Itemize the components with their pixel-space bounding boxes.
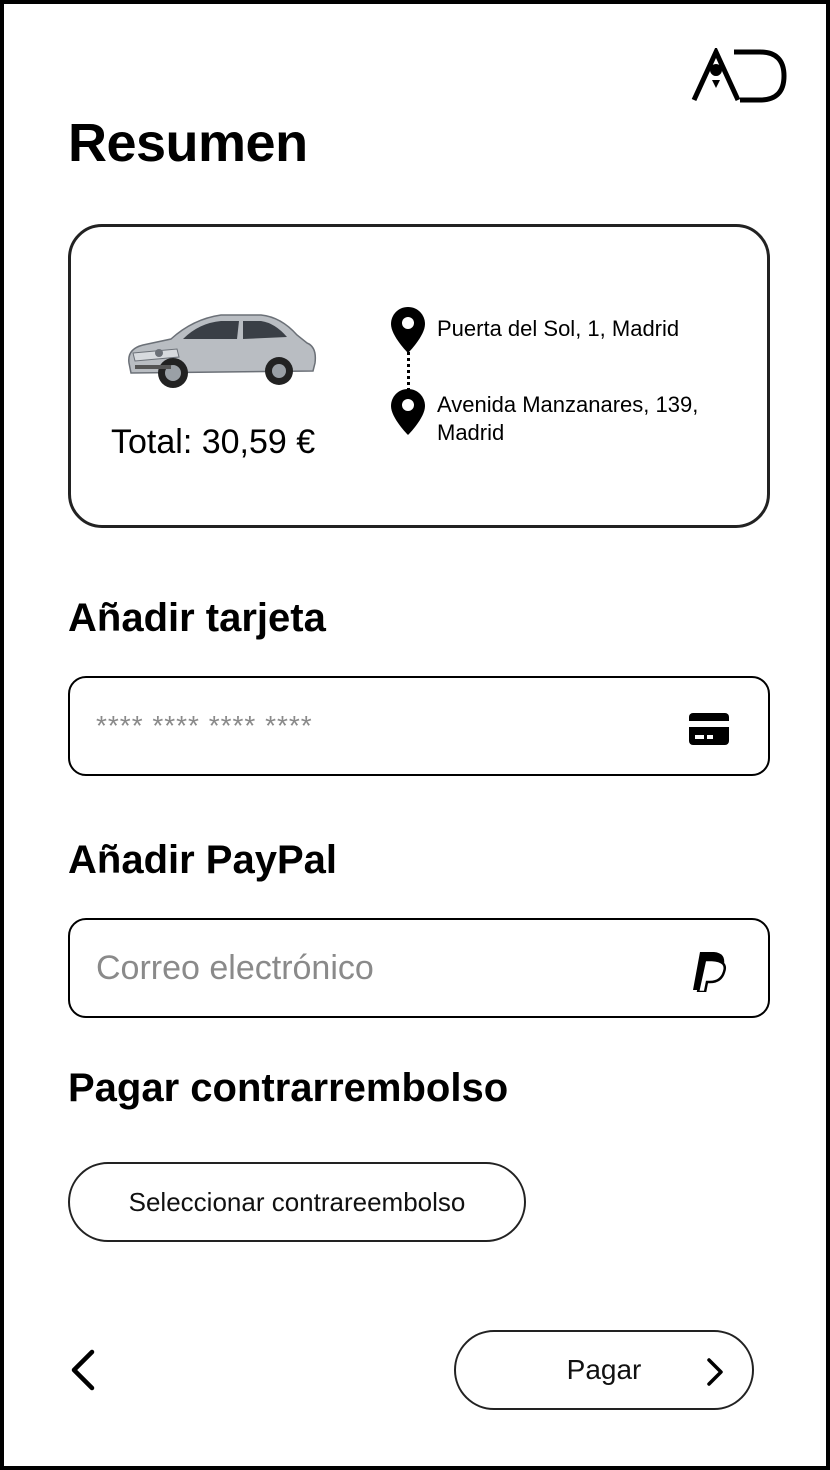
cash-on-delivery-title: Pagar contrarrembolso: [68, 1066, 509, 1110]
chevron-left-icon: [71, 1349, 95, 1391]
route-info: Puerta del Sol, 1, Madrid Avenida Manzan…: [389, 307, 759, 457]
chevron-right-icon: [707, 1358, 723, 1386]
page-title: Resumen: [68, 113, 308, 173]
car-image: [128, 314, 317, 388]
paypal-email-field[interactable]: [68, 918, 770, 1018]
add-paypal-title: Añadir PayPal: [68, 838, 338, 882]
app-screen: Resumen Total: 30,59 € Puerta del Sol, 1…: [0, 0, 830, 1470]
trip-summary-card: Total: 30,59 € Puerta del Sol, 1, Madrid…: [68, 224, 770, 528]
total-price: Total: 30,59 €: [111, 423, 316, 461]
app-logo: [691, 48, 787, 103]
select-cash-on-delivery-button[interactable]: Seleccionar contrareembolso: [68, 1162, 526, 1242]
credit-card-icon: [689, 713, 729, 745]
paypal-icon: [693, 952, 726, 992]
add-card-title: Añadir tarjeta: [68, 596, 326, 640]
card-number-field[interactable]: [68, 676, 770, 776]
destination-pin-icon: [391, 389, 425, 435]
pay-button[interactable]: Pagar: [454, 1330, 754, 1410]
card-number-input[interactable]: [96, 678, 656, 774]
destination-address: Avenida Manzanares, 139, Madrid: [437, 392, 699, 445]
paypal-email-input[interactable]: [96, 920, 656, 1016]
origin-address: Puerta del Sol, 1, Madrid: [437, 316, 680, 341]
route-dotted-line: [407, 347, 410, 391]
back-button[interactable]: [62, 1344, 106, 1396]
